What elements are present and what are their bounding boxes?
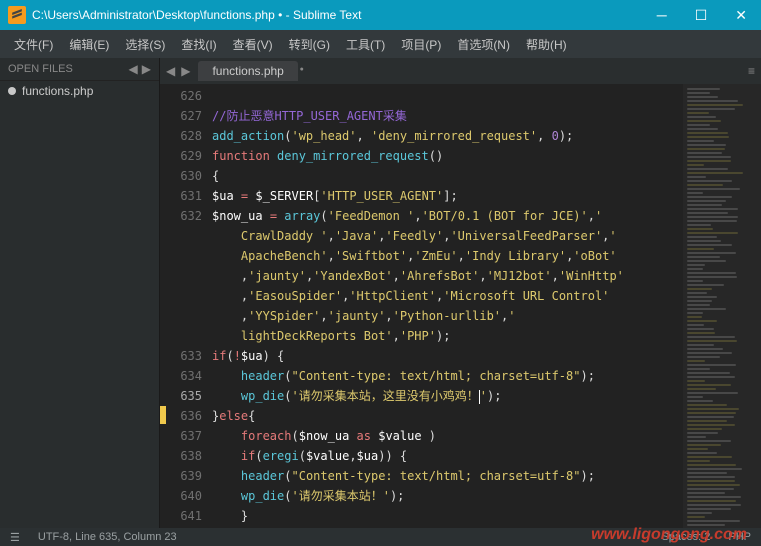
- statusbar: ☰ UTF-8, Line 635, Column 23 Spaces: 2 P…: [0, 528, 761, 546]
- sublime-logo-icon: [8, 6, 26, 24]
- menu-item[interactable]: 编辑(E): [61, 36, 117, 53]
- close-button[interactable]: ✕: [735, 7, 747, 24]
- tab-menu-icon[interactable]: ≡: [748, 64, 755, 78]
- tab-prev-icon[interactable]: ◀: [166, 64, 175, 78]
- sidebar-file-label: functions.php: [22, 84, 93, 98]
- minimize-button[interactable]: ─: [657, 7, 667, 24]
- code-area[interactable]: 626627628629630631632 633634635636637638…: [160, 84, 761, 528]
- sidebar-file-item[interactable]: functions.php: [0, 81, 159, 101]
- editor-pane: ◀ ▶ functions.php ≡ 62662762862963063163…: [160, 58, 761, 528]
- menu-item[interactable]: 项目(P): [393, 36, 449, 53]
- language-mode[interactable]: PHP: [728, 531, 751, 543]
- sidebar-header: OPEN FILES ◀ ▶: [0, 58, 159, 81]
- cursor-position[interactable]: UTF-8, Line 635, Column 23: [38, 531, 177, 543]
- minimap[interactable]: [683, 84, 761, 528]
- line-gutter: 626627628629630631632 633634635636637638…: [160, 84, 212, 528]
- sidebar: OPEN FILES ◀ ▶ functions.php: [0, 58, 160, 528]
- tab-next-icon[interactable]: ▶: [181, 64, 190, 78]
- menu-item[interactable]: 工具(T): [338, 36, 393, 53]
- titlebar: C:\Users\Administrator\Desktop\functions…: [0, 0, 761, 30]
- window-title: C:\Users\Administrator\Desktop\functions…: [32, 8, 657, 22]
- menu-item[interactable]: 选择(S): [117, 36, 173, 53]
- menubar: 文件(F)编辑(E)选择(S)查找(I)查看(V)转到(G)工具(T)项目(P)…: [0, 30, 761, 58]
- nav-prev-icon[interactable]: ◀: [129, 62, 138, 76]
- menu-item[interactable]: 查找(I): [173, 36, 224, 53]
- code-body[interactable]: //防止恶意HTTP_USER_AGENT采集add_action('wp_he…: [212, 84, 683, 528]
- tabbar: ◀ ▶ functions.php ≡: [160, 58, 761, 84]
- menu-item[interactable]: 帮助(H): [518, 36, 575, 53]
- menu-item[interactable]: 首选项(N): [449, 36, 518, 53]
- menu-item[interactable]: 转到(G): [281, 36, 338, 53]
- menu-item[interactable]: 文件(F): [6, 36, 61, 53]
- modified-dot-icon: [8, 87, 16, 95]
- nav-next-icon[interactable]: ▶: [142, 62, 151, 76]
- menu-item[interactable]: 查看(V): [225, 36, 281, 53]
- indent-setting[interactable]: Spaces: 2: [661, 531, 710, 543]
- open-files-label: OPEN FILES: [8, 63, 73, 75]
- tab-label: functions.php: [212, 64, 283, 78]
- menu-indicator-icon[interactable]: ☰: [10, 531, 20, 544]
- file-tab[interactable]: functions.php: [198, 61, 297, 81]
- maximize-button[interactable]: ☐: [695, 7, 708, 24]
